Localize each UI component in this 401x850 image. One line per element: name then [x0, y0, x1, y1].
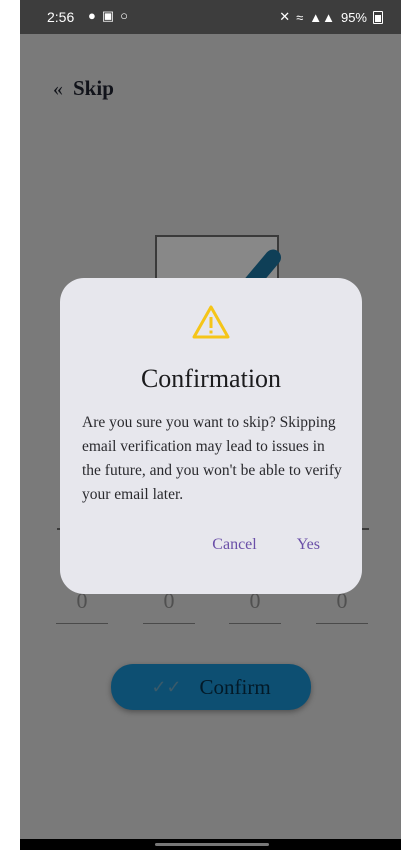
battery-level: 95%	[340, 9, 367, 25]
battery-icon	[373, 10, 383, 24]
home-handle[interactable]	[155, 843, 269, 846]
status-bar: 2:56 ● ▣ ○ ✕ ≈ ▲▲ 95%	[20, 0, 401, 34]
otp-underline	[316, 623, 368, 624]
yes-button[interactable]: Yes	[297, 536, 320, 554]
otp-underline	[229, 623, 281, 624]
confirmation-dialog: Confirmation Are you sure you want to sk…	[60, 278, 362, 594]
dialog-message: Are you sure you want to skip? Skipping …	[82, 414, 342, 503]
double-check-icon: ✓✓	[151, 676, 182, 697]
otp-underline	[56, 623, 108, 624]
warning-icon	[192, 305, 230, 339]
skip-button[interactable]: « Skip	[53, 76, 114, 101]
status-time: 2:56	[47, 9, 75, 25]
cancel-button[interactable]: Cancel	[212, 536, 256, 554]
skip-label: Skip	[73, 76, 114, 100]
dialog-actions: Cancel Yes	[212, 536, 320, 554]
navigation-bar	[20, 839, 401, 850]
system-icons: ✕ ≈ ▲▲ 95%	[279, 9, 383, 25]
whatsapp-icon: ○	[120, 8, 129, 23]
divider	[361, 528, 369, 530]
signal-icon: ▲▲	[309, 9, 335, 25]
dialog-title: Confirmation	[140, 364, 282, 393]
wifi-icon: ≈	[296, 9, 304, 25]
otp-underline	[143, 623, 195, 624]
mute-icon: ✕	[279, 9, 291, 24]
gallery-icon: ▣	[101, 8, 115, 23]
confirm-button[interactable]: ✓✓ Confirm	[111, 664, 311, 710]
double-chevron-left-icon: «	[53, 77, 63, 100]
notification-icons: ● ▣ ○	[88, 8, 128, 24]
snapchat-icon: ●	[88, 8, 96, 23]
confirm-label: Confirm	[199, 674, 271, 699]
